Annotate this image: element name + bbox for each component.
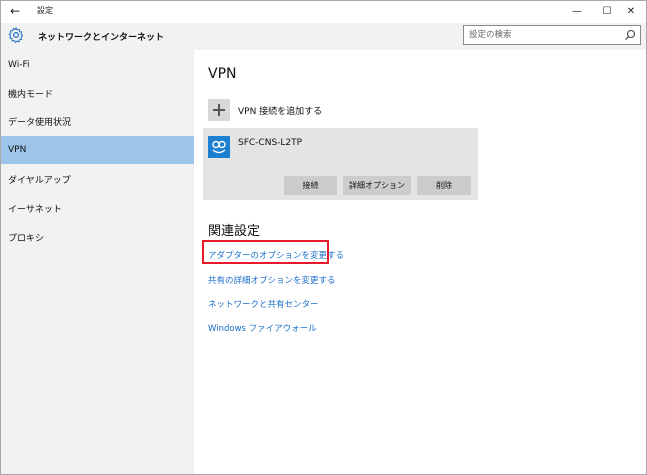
minimize-icon: — bbox=[572, 5, 582, 17]
sidebar-item-vpn[interactable]: VPN bbox=[1, 136, 194, 164]
section-heading-vpn: VPN bbox=[208, 66, 237, 82]
section-heading-related: 関連設定 bbox=[208, 224, 261, 239]
advanced-options-button[interactable]: 詳細オプション bbox=[343, 176, 411, 195]
arrow-left-icon: ← bbox=[9, 4, 21, 18]
back-button[interactable]: ← bbox=[3, 1, 27, 21]
title-bar: ← 設定 — ☐ ✕ bbox=[1, 1, 646, 23]
window-title: 設定 bbox=[37, 6, 53, 15]
plus-icon bbox=[208, 99, 230, 121]
add-vpn-button[interactable]: VPN 接続を追加する bbox=[208, 98, 322, 122]
sidebar-item-label: VPN bbox=[8, 145, 27, 155]
vpn-connection-card[interactable]: SFC-CNS-L2TP 接続 詳細オプション 削除 bbox=[203, 128, 478, 200]
sidebar-item-label: イーサネット bbox=[8, 204, 62, 215]
link-network-sharing-center[interactable]: ネットワークと共有センター bbox=[208, 298, 319, 310]
vpn-connection-name: SFC-CNS-L2TP bbox=[238, 138, 303, 148]
sidebar-item-label: プロキシ bbox=[8, 233, 45, 244]
maximize-icon: ☐ bbox=[602, 5, 612, 17]
search-icon[interactable] bbox=[623, 28, 637, 42]
sidebar: Wi-Fi 機内モード データ使用状況 VPN ダイヤルアップ イーサネット プ… bbox=[1, 50, 194, 474]
close-button[interactable]: ✕ bbox=[616, 1, 646, 21]
sidebar-item-dialup[interactable]: ダイヤルアップ bbox=[1, 165, 194, 193]
link-advanced-sharing-options[interactable]: 共有の詳細オプションを変更する bbox=[208, 274, 336, 286]
link-windows-firewall[interactable]: Windows ファイアウォール bbox=[208, 322, 317, 334]
search-box[interactable] bbox=[463, 25, 641, 45]
page-header: ネットワークとインターネット bbox=[1, 23, 646, 50]
sidebar-item-proxy[interactable]: プロキシ bbox=[1, 223, 194, 251]
settings-window: ← 設定 — ☐ ✕ ネットワークとインターネット Wi-Fi bbox=[0, 0, 647, 475]
sidebar-item-airplane-mode[interactable]: 機内モード bbox=[1, 79, 194, 107]
gear-icon bbox=[8, 27, 24, 43]
sidebar-item-data-usage[interactable]: データ使用状況 bbox=[1, 107, 194, 135]
sidebar-item-label: ダイヤルアップ bbox=[8, 175, 71, 186]
sidebar-item-label: 機内モード bbox=[8, 89, 54, 100]
sidebar-item-label: Wi-Fi bbox=[8, 60, 30, 70]
page-title: ネットワークとインターネット bbox=[38, 33, 165, 43]
sidebar-item-label: データ使用状況 bbox=[8, 117, 72, 128]
add-vpn-label: VPN 接続を追加する bbox=[238, 106, 323, 117]
connect-button[interactable]: 接続 bbox=[284, 176, 337, 195]
vpn-connection-icon bbox=[208, 136, 230, 158]
sidebar-item-ethernet[interactable]: イーサネット bbox=[1, 194, 194, 222]
main-content: VPN VPN 接続を追加する SFC-CNS-L2TP 接続 詳細オプション … bbox=[194, 50, 646, 474]
delete-button[interactable]: 削除 bbox=[417, 176, 471, 195]
sidebar-item-wifi[interactable]: Wi-Fi bbox=[1, 51, 194, 79]
close-icon: ✕ bbox=[626, 5, 636, 17]
link-change-adapter-options[interactable]: アダプターのオプションを変更する bbox=[208, 249, 344, 261]
search-input[interactable] bbox=[464, 26, 614, 44]
minimize-button[interactable]: — bbox=[562, 1, 592, 21]
